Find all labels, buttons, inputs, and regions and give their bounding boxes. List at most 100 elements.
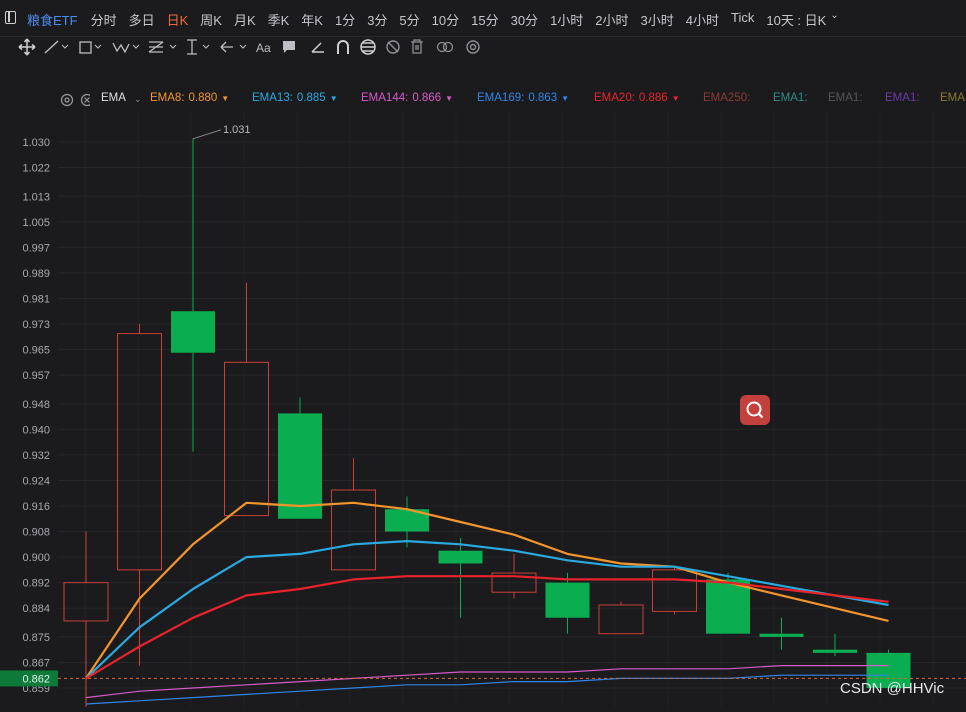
legend-item[interactable]: EMA250:: [703, 92, 750, 104]
y-tick-label: 0.875: [22, 632, 50, 644]
candle-body: [63, 582, 109, 622]
angle-icon[interactable]: [311, 42, 324, 53]
period-tabs: 粮食ETF 分时 多日 日K 周K 月K 季K 年K 1分 3分 5分 10分 15分 30分 1小时 2小时…: [27, 10, 851, 29]
price-chart[interactable]: 1.030 1.022 1.013 1.005 0.997 0.989 0.981 0.973…: [0, 110, 966, 712]
candle-body: [706, 579, 750, 634]
wave-icon[interactable]: [112, 42, 140, 54]
legend-dropdown-icon[interactable]: ▼: [561, 94, 569, 103]
legend-item[interactable]: EMA169: 0.863 ▼: [477, 92, 569, 104]
period-tab[interactable]: 多日: [129, 10, 155, 29]
legend-dropdown-icon[interactable]: ▼: [221, 94, 229, 103]
legend-item[interactable]: EMA1:: [885, 92, 920, 104]
y-tick-label: 1.013: [22, 191, 50, 203]
legend-dropdown-icon[interactable]: ▼: [672, 94, 680, 103]
watermark: CSDN @HHVic: [840, 680, 945, 697]
ema-line-ema13: [85, 540, 889, 680]
fib-icon[interactable]: [148, 41, 177, 53]
legend-item[interactable]: EMA1:: [828, 92, 863, 104]
legend-label: EMA144:: [361, 92, 409, 104]
hide-icon[interactable]: [386, 40, 400, 54]
period-tab[interactable]: 30分: [511, 10, 538, 29]
period-tab[interactable]: 2小时: [595, 10, 628, 29]
period-tab[interactable]: 15分: [471, 10, 498, 29]
legend-item[interactable]: EMA1:: [773, 92, 808, 104]
candlestick-chart-svg: 1.030 1.022 1.013 1.005 0.997 0.989 0.981 0.973…: [0, 110, 966, 712]
high-annotation-line: [192, 129, 222, 140]
candle-body: [117, 333, 162, 571]
period-tab[interactable]: 1分: [335, 10, 355, 29]
period-tab[interactable]: 季K: [268, 10, 290, 29]
trash-icon[interactable]: [411, 39, 423, 54]
range-dropdown[interactable]: 10天 : 日K: [766, 10, 826, 29]
line-icon[interactable]: [44, 40, 69, 54]
drawing-toolbar: Aa: [0, 36, 966, 58]
rect-icon[interactable]: [79, 41, 102, 54]
legend-item[interactable]: EMA8: 0.880 ▼: [150, 92, 229, 104]
legend-label: EMA13:: [252, 92, 293, 104]
candle-body: [652, 569, 697, 612]
period-tab[interactable]: 3分: [367, 10, 387, 29]
y-tick-label: 1.030: [22, 137, 50, 149]
y-tick-label: 1.022: [22, 163, 50, 175]
period-tab[interactable]: 日K: [167, 10, 189, 29]
legend-label: EMA1:: [773, 92, 808, 104]
legend-value: 0.866: [412, 92, 442, 104]
legend-dropdown-icon[interactable]: ▼: [445, 94, 453, 103]
period-tab[interactable]: 分时: [91, 10, 117, 29]
chevron-down-icon[interactable]: ⌄: [830, 10, 838, 29]
candle-body: [813, 649, 857, 653]
legend-value: 0.885: [296, 92, 326, 104]
period-tab[interactable]: 3小时: [641, 10, 674, 29]
legend-item[interactable]: EMA20: 0.886 ▼: [594, 92, 680, 104]
settings-icon[interactable]: [466, 40, 480, 54]
legend-item[interactable]: EMA13: 0.885 ▼: [252, 92, 338, 104]
y-tick-label: 0.867: [22, 657, 50, 669]
legend-label: EMA1:: [940, 92, 966, 104]
period-tab[interactable]: 1小时: [550, 10, 583, 29]
legend-value: 0.886: [638, 92, 668, 104]
legend-value: 0.863: [528, 92, 558, 104]
y-tick-label: 0.916: [22, 501, 50, 513]
y-tick-label: 0.892: [22, 578, 50, 590]
link-icon[interactable]: [436, 41, 454, 53]
legend-settings-icon[interactable]: [60, 93, 74, 107]
legend-label: EMA250:: [703, 92, 751, 104]
candle-body: [545, 582, 590, 618]
y-tick-label: 0.908: [22, 527, 50, 539]
arrow-icon[interactable]: [220, 41, 247, 53]
legend-label: EMA1:: [885, 92, 920, 104]
text-icon[interactable]: Aa: [256, 41, 271, 55]
ema-line-ema169: [85, 674, 889, 705]
candle-body: [598, 604, 644, 635]
period-tab[interactable]: 周K: [200, 10, 222, 29]
legend-label: EMA20:: [594, 92, 635, 104]
y-tick-label: 0.932: [22, 450, 50, 462]
legend-label: EMA1:: [828, 92, 863, 104]
period-tab[interactable]: 年K: [301, 10, 323, 29]
sidebar-toggle-icon[interactable]: [5, 11, 16, 24]
indicator-dropdown-icon[interactable]: ⌄: [134, 94, 142, 105]
legend-close-icon[interactable]: [80, 93, 91, 107]
vertical-ruler-icon[interactable]: [187, 39, 210, 55]
candle-body: [224, 361, 269, 517]
period-bar: 粮食ETF 分时 多日 日K 周K 月K 季K 年K 1分 3分 5分 10分 15分 30分 1小时 2小时…: [0, 0, 966, 37]
period-tab[interactable]: 10分: [432, 10, 459, 29]
magnet-icon[interactable]: [337, 40, 349, 54]
period-tab[interactable]: 5分: [399, 10, 419, 29]
period-tab[interactable]: 4小时: [686, 10, 719, 29]
y-tick-label: 0.948: [22, 399, 50, 411]
comment-icon[interactable]: [283, 41, 295, 53]
zoom-button[interactable]: [740, 395, 770, 425]
indicator-name[interactable]: EMA: [101, 92, 126, 104]
legend-item[interactable]: EMA144: 0.866 ▼: [361, 92, 453, 104]
candle-body: [278, 413, 322, 519]
legend-dropdown-icon[interactable]: ▼: [330, 94, 338, 103]
ema-line-ema8: [85, 501, 889, 680]
move-icon[interactable]: [18, 38, 36, 56]
period-tab[interactable]: Tick: [731, 10, 754, 29]
symbol-name[interactable]: 粮食ETF: [27, 10, 78, 29]
period-tab[interactable]: 月K: [234, 10, 256, 29]
y-tick-label: 0.973: [22, 319, 50, 331]
legend-item[interactable]: EMA1:: [940, 92, 966, 104]
eye-icon[interactable]: [360, 39, 376, 55]
